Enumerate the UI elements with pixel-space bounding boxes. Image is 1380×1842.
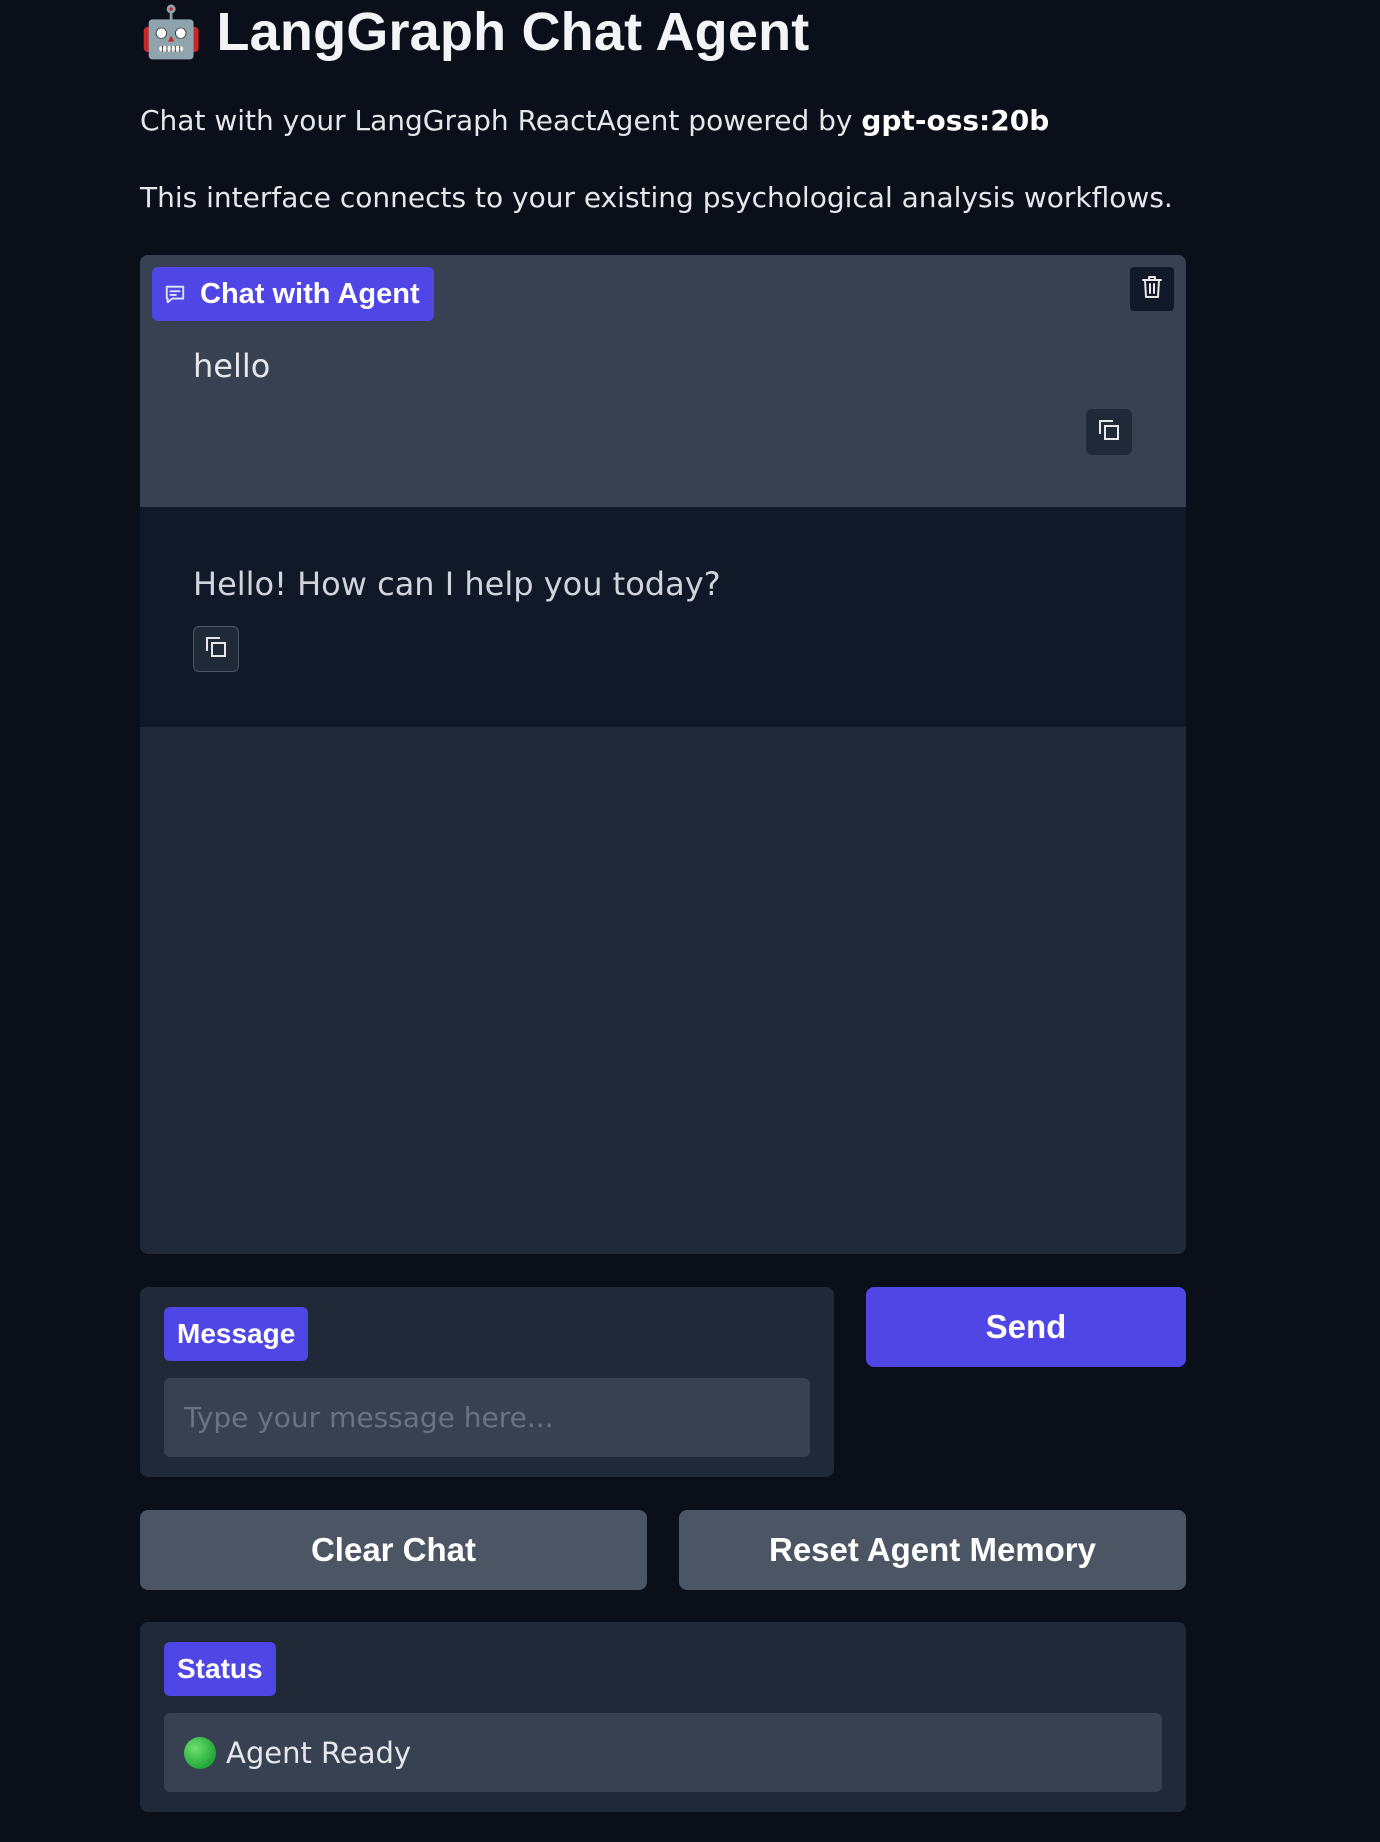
reset-agent-memory-button[interactable]: Reset Agent Memory [679,1510,1186,1590]
copy-user-message-button[interactable] [1086,409,1132,455]
assistant-message-text: Hello! How can I help you today? [193,565,721,603]
assistant-message: Hello! How can I help you today? [140,507,1186,727]
status-text: Agent Ready [226,1735,412,1770]
chat-bubble-icon [164,283,186,305]
message-input[interactable] [164,1378,810,1457]
description-prefix: Chat with your LangGraph ReactAgent powe… [140,104,862,137]
copy-icon [1097,418,1121,446]
user-message-text: hello [193,347,271,385]
chatbot-panel: Chat with Agent hello Hello! How can I h… [140,255,1186,1254]
title-text: LangGraph Chat Agent [216,2,810,62]
description-line-2: This interface connects to your existing… [140,181,1173,214]
chat-label: Chat with Agent [152,267,434,321]
copy-icon [204,635,228,663]
send-button[interactable]: Send [866,1287,1186,1367]
clear-history-button[interactable] [1130,267,1174,311]
robot-icon: 🤖 [140,4,203,60]
description-line-1: Chat with your LangGraph ReactAgent powe… [140,104,1049,137]
clear-chat-button[interactable]: Clear Chat [140,1510,647,1590]
page-title: 🤖 LangGraph Chat Agent [140,0,809,64]
trash-icon [1141,275,1163,303]
message-label: Message [164,1307,309,1361]
model-name: gpt-oss:20b [861,104,1050,137]
message-input-group: Message [140,1287,834,1477]
status-field: Agent Ready [164,1713,1162,1792]
green-circle-icon [184,1736,216,1769]
copy-assistant-message-button[interactable] [193,626,239,672]
status-group: Status Agent Ready [140,1622,1186,1812]
chat-label-text: Chat with Agent [200,277,420,310]
page: 🤖 LangGraph Chat Agent Chat with your La… [0,0,1380,1842]
status-label: Status [164,1642,276,1696]
